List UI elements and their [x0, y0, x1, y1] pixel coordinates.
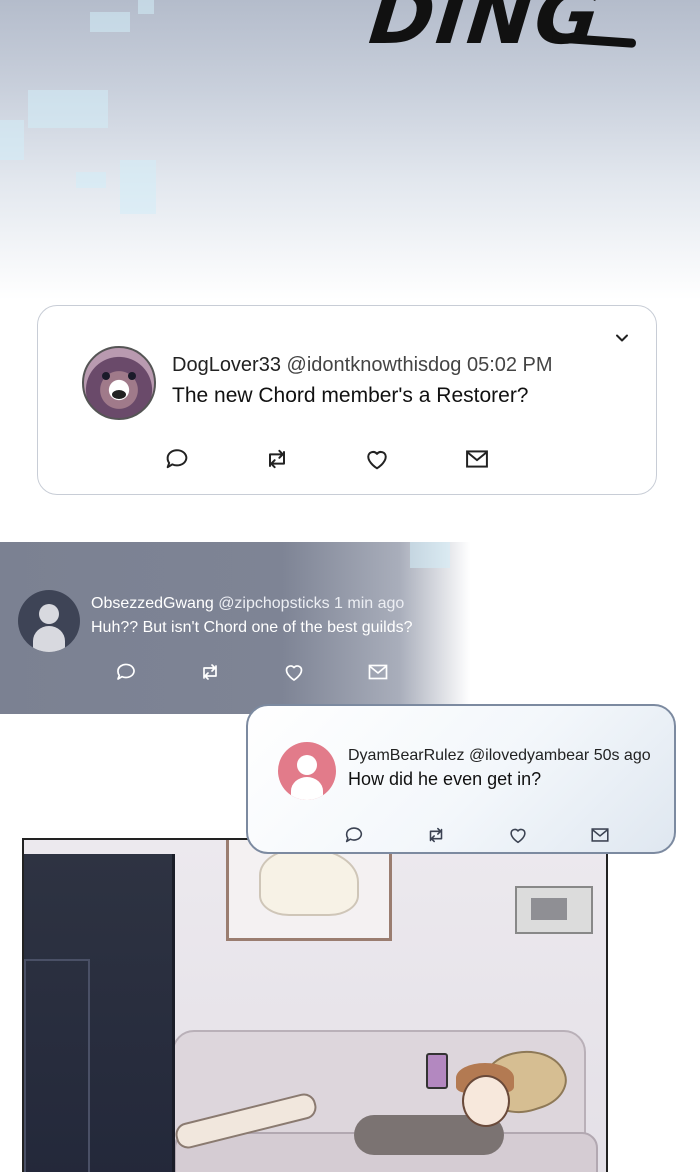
- handle[interactable]: @idontknowthisdog: [287, 354, 462, 376]
- retweet-icon[interactable]: [425, 824, 447, 846]
- wall-panel-screen: [531, 898, 567, 920]
- pixel-glitch: [90, 12, 130, 32]
- monitor-stand: [24, 959, 90, 1172]
- like-icon[interactable]: [363, 445, 391, 473]
- username[interactable]: DogLover33: [172, 354, 281, 376]
- tweet-actions: [114, 660, 390, 684]
- timestamp: 1 min ago: [334, 595, 405, 612]
- wall-panel: [515, 886, 593, 934]
- avatar-body: [33, 626, 65, 652]
- tweet-card-obsezzed-gwang: ObsezzedGwang @zipchopsticks 1 min ago H…: [0, 542, 470, 714]
- monitor: [24, 854, 175, 1172]
- pixel-glitch: [0, 120, 24, 160]
- comic-panel-living-room: [22, 838, 608, 1172]
- reply-icon[interactable]: [163, 445, 191, 473]
- tweet-text: Huh?? But isn't Chord one of the best gu…: [91, 619, 413, 636]
- avatar-head: [297, 755, 317, 775]
- tweet-actions: [163, 445, 491, 473]
- chevron-down-icon[interactable]: [614, 330, 630, 346]
- person-head: [462, 1075, 510, 1127]
- retweet-icon[interactable]: [198, 660, 222, 684]
- tweet-header: ObsezzedGwang @zipchopsticks 1 min ago: [91, 595, 404, 613]
- reply-icon[interactable]: [343, 824, 365, 846]
- like-icon[interactable]: [507, 824, 529, 846]
- tweet-header: DyamBearRulez @ilovedyambear 50s ago: [348, 747, 651, 765]
- dog-eye: [128, 372, 136, 380]
- sound-effect-text: DING: [365, 0, 606, 62]
- tweet-text: How did he even get in?: [348, 769, 542, 789]
- timestamp: 50s ago: [593, 747, 651, 764]
- reply-icon[interactable]: [114, 660, 138, 684]
- message-icon[interactable]: [463, 445, 491, 473]
- picture-frame: [226, 840, 392, 941]
- message-icon[interactable]: [366, 660, 390, 684]
- pixel-glitch: [76, 172, 106, 188]
- tweet-card-dog-lover: DogLover33 @idontknowthisdog 05:02 PM Th…: [37, 305, 657, 495]
- pixel-glitch: [410, 542, 450, 568]
- pixel-glitch: [138, 0, 154, 14]
- like-icon[interactable]: [282, 660, 306, 684]
- timestamp: 05:02 PM: [466, 354, 553, 376]
- avatar-head: [39, 604, 59, 624]
- pixel-glitch: [120, 160, 156, 214]
- handle[interactable]: @ilovedyambear: [469, 747, 589, 764]
- default-avatar[interactable]: [18, 590, 80, 652]
- tweet-card-dyam-bear: DyamBearRulez @ilovedyambear 50s ago How…: [246, 704, 676, 854]
- default-avatar[interactable]: [278, 742, 336, 800]
- avatar-body: [291, 777, 323, 800]
- cat-drawing: [259, 848, 359, 916]
- dog-avatar[interactable]: [82, 346, 156, 420]
- username[interactable]: DyamBearRulez: [348, 747, 464, 764]
- tweet-header: DogLover33 @idontknowthisdog 05:02 PM: [172, 354, 553, 377]
- handle[interactable]: @zipchopsticks: [218, 595, 329, 612]
- dog-nose: [112, 390, 126, 399]
- phone: [426, 1053, 448, 1089]
- pixel-glitch: [28, 90, 108, 128]
- dog-eye: [102, 372, 110, 380]
- retweet-icon[interactable]: [263, 445, 291, 473]
- person-lying-on-sofa: [314, 1053, 524, 1165]
- tweet-actions: [343, 824, 611, 846]
- username[interactable]: ObsezzedGwang: [91, 595, 214, 612]
- tweet-text: The new Chord member's a Restorer?: [172, 384, 529, 407]
- message-icon[interactable]: [589, 824, 611, 846]
